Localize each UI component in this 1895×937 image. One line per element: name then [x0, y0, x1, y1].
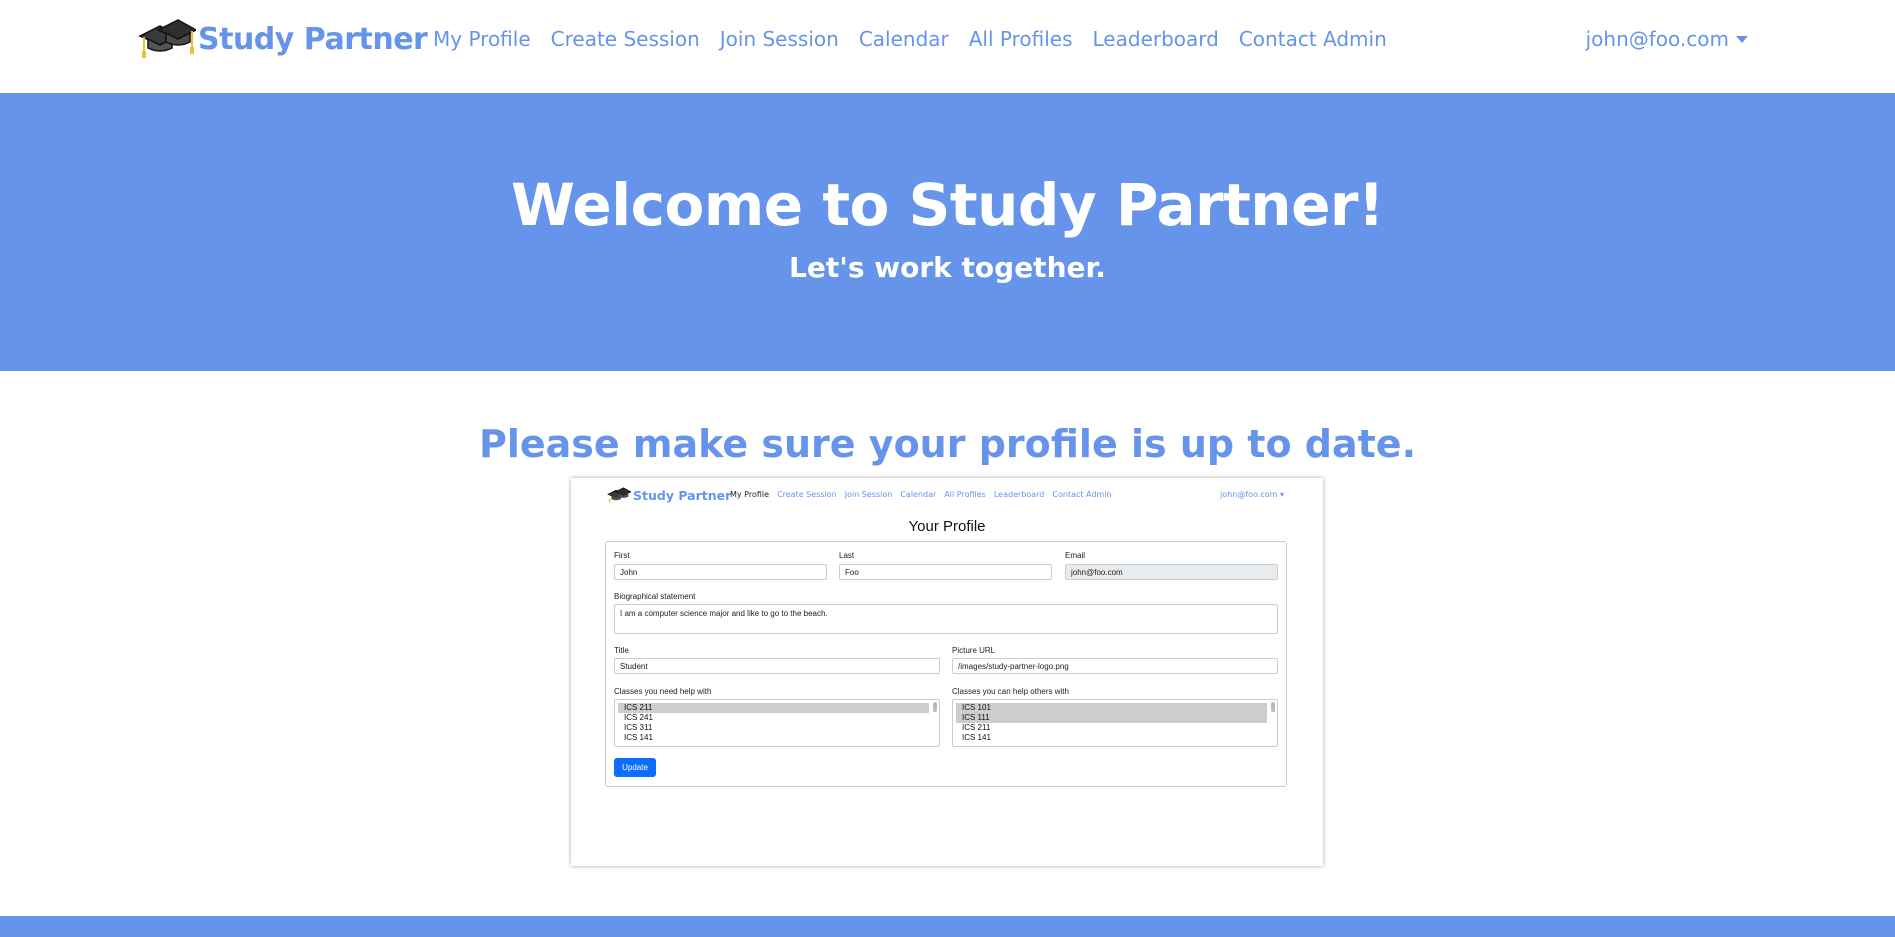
preview-user-email: john@foo.com [1220, 490, 1278, 499]
preview-picture-label: Picture URL [952, 646, 996, 655]
profile-preview-image: Study Partner My Profile Create Session … [571, 478, 1323, 866]
list-item: ICS 211 [618, 703, 929, 713]
navbar: Study Partner My Profile Create Session … [0, 0, 1895, 92]
list-item: ICS 141 [962, 733, 991, 742]
preview-email-label: Email [1065, 551, 1086, 560]
nav-join-session[interactable]: Join Session [720, 27, 839, 51]
profile-reminder-heading: Please make sure your profile is up to d… [478, 422, 1417, 466]
preview-can-help-list: ICS 101 ICS 111 ICS 211 ICS 141 [952, 699, 1278, 747]
nav-my-profile[interactable]: My Profile [433, 27, 531, 51]
list-item: ICS 311 [624, 723, 653, 732]
preview-first-field: John [614, 564, 827, 580]
preview-nav-calendar: Calendar [900, 490, 937, 499]
preview-bio-field: I am a computer science major and like t… [614, 604, 1278, 634]
caret-down-icon [1736, 35, 1748, 43]
nav-create-session[interactable]: Create Session [551, 27, 700, 51]
list-item: ICS 241 [624, 713, 653, 722]
preview-bio-label: Biographical statement [614, 592, 696, 601]
brand-name: Study Partner [198, 21, 428, 57]
hero-title: Welcome to Study Partner! [511, 171, 1385, 239]
preview-nav-create-session: Create Session [777, 490, 837, 499]
preview-profile-form: First John Last Foo Email john@foo.com B… [605, 541, 1287, 787]
preview-nav-leaderboard: Leaderboard [993, 490, 1045, 499]
preview-first-label: First [614, 551, 630, 560]
scrollbar-thumb [1271, 702, 1275, 712]
preview-email-field: john@foo.com [1065, 564, 1278, 580]
list-item: ICS 111 [956, 713, 1267, 723]
preview-last-label: Last [839, 551, 855, 560]
list-item: ICS 141 [624, 733, 653, 742]
preview-last-field: Foo [839, 564, 1052, 580]
preview-brand: Study Partner [606, 487, 731, 504]
nav-leaderboard[interactable]: Leaderboard [1093, 27, 1219, 51]
preview-user: john@foo.com ▾ [1220, 490, 1284, 499]
nav-calendar[interactable]: Calendar [859, 27, 949, 51]
preview-title-label: Title [614, 646, 629, 655]
preview-brand-name: Study Partner [633, 488, 732, 503]
brand-link[interactable]: Study Partner [138, 18, 428, 60]
list-item: ICS 101 [956, 703, 1267, 713]
preview-need-help-list: ICS 211 ICS 241 ICS 311 ICS 141 [614, 699, 940, 747]
user-email: john@foo.com [1585, 27, 1729, 51]
hero-subtitle: Let's work together. [789, 251, 1106, 284]
preview-nav-join-session: Join Session [844, 490, 893, 499]
preview-nav-my-profile: My Profile [730, 490, 770, 499]
preview-title-field: Student [614, 658, 940, 674]
list-item: ICS 211 [962, 723, 991, 732]
preview-page-title: Your Profile [908, 518, 986, 535]
preview-picture-field: /images/study-partner-logo.png [952, 658, 1278, 674]
footer [0, 916, 1895, 937]
preview-update-button: Update [614, 758, 656, 777]
user-dropdown[interactable]: john@foo.com [1586, 27, 1748, 51]
preview-nav-contact-admin: Contact Admin [1052, 490, 1112, 499]
hero-banner: Welcome to Study Partner! Let's work tog… [0, 93, 1895, 371]
nav-all-profiles[interactable]: All Profiles [969, 27, 1073, 51]
nav-links: My Profile Create Session Join Session C… [433, 27, 1407, 51]
preview-nav: My Profile Create Session Join Session C… [730, 490, 1120, 499]
preview-need-help-label: Classes you need help with [614, 687, 712, 696]
scrollbar-thumb [933, 702, 937, 712]
preview-graduation-cap-icon [607, 487, 632, 503]
preview-nav-all-profiles: All Profiles [944, 490, 986, 499]
graduation-cap-logo-icon [138, 19, 196, 58]
preview-can-help-label: Classes you can help others with [952, 687, 1069, 696]
nav-contact-admin[interactable]: Contact Admin [1239, 27, 1387, 51]
